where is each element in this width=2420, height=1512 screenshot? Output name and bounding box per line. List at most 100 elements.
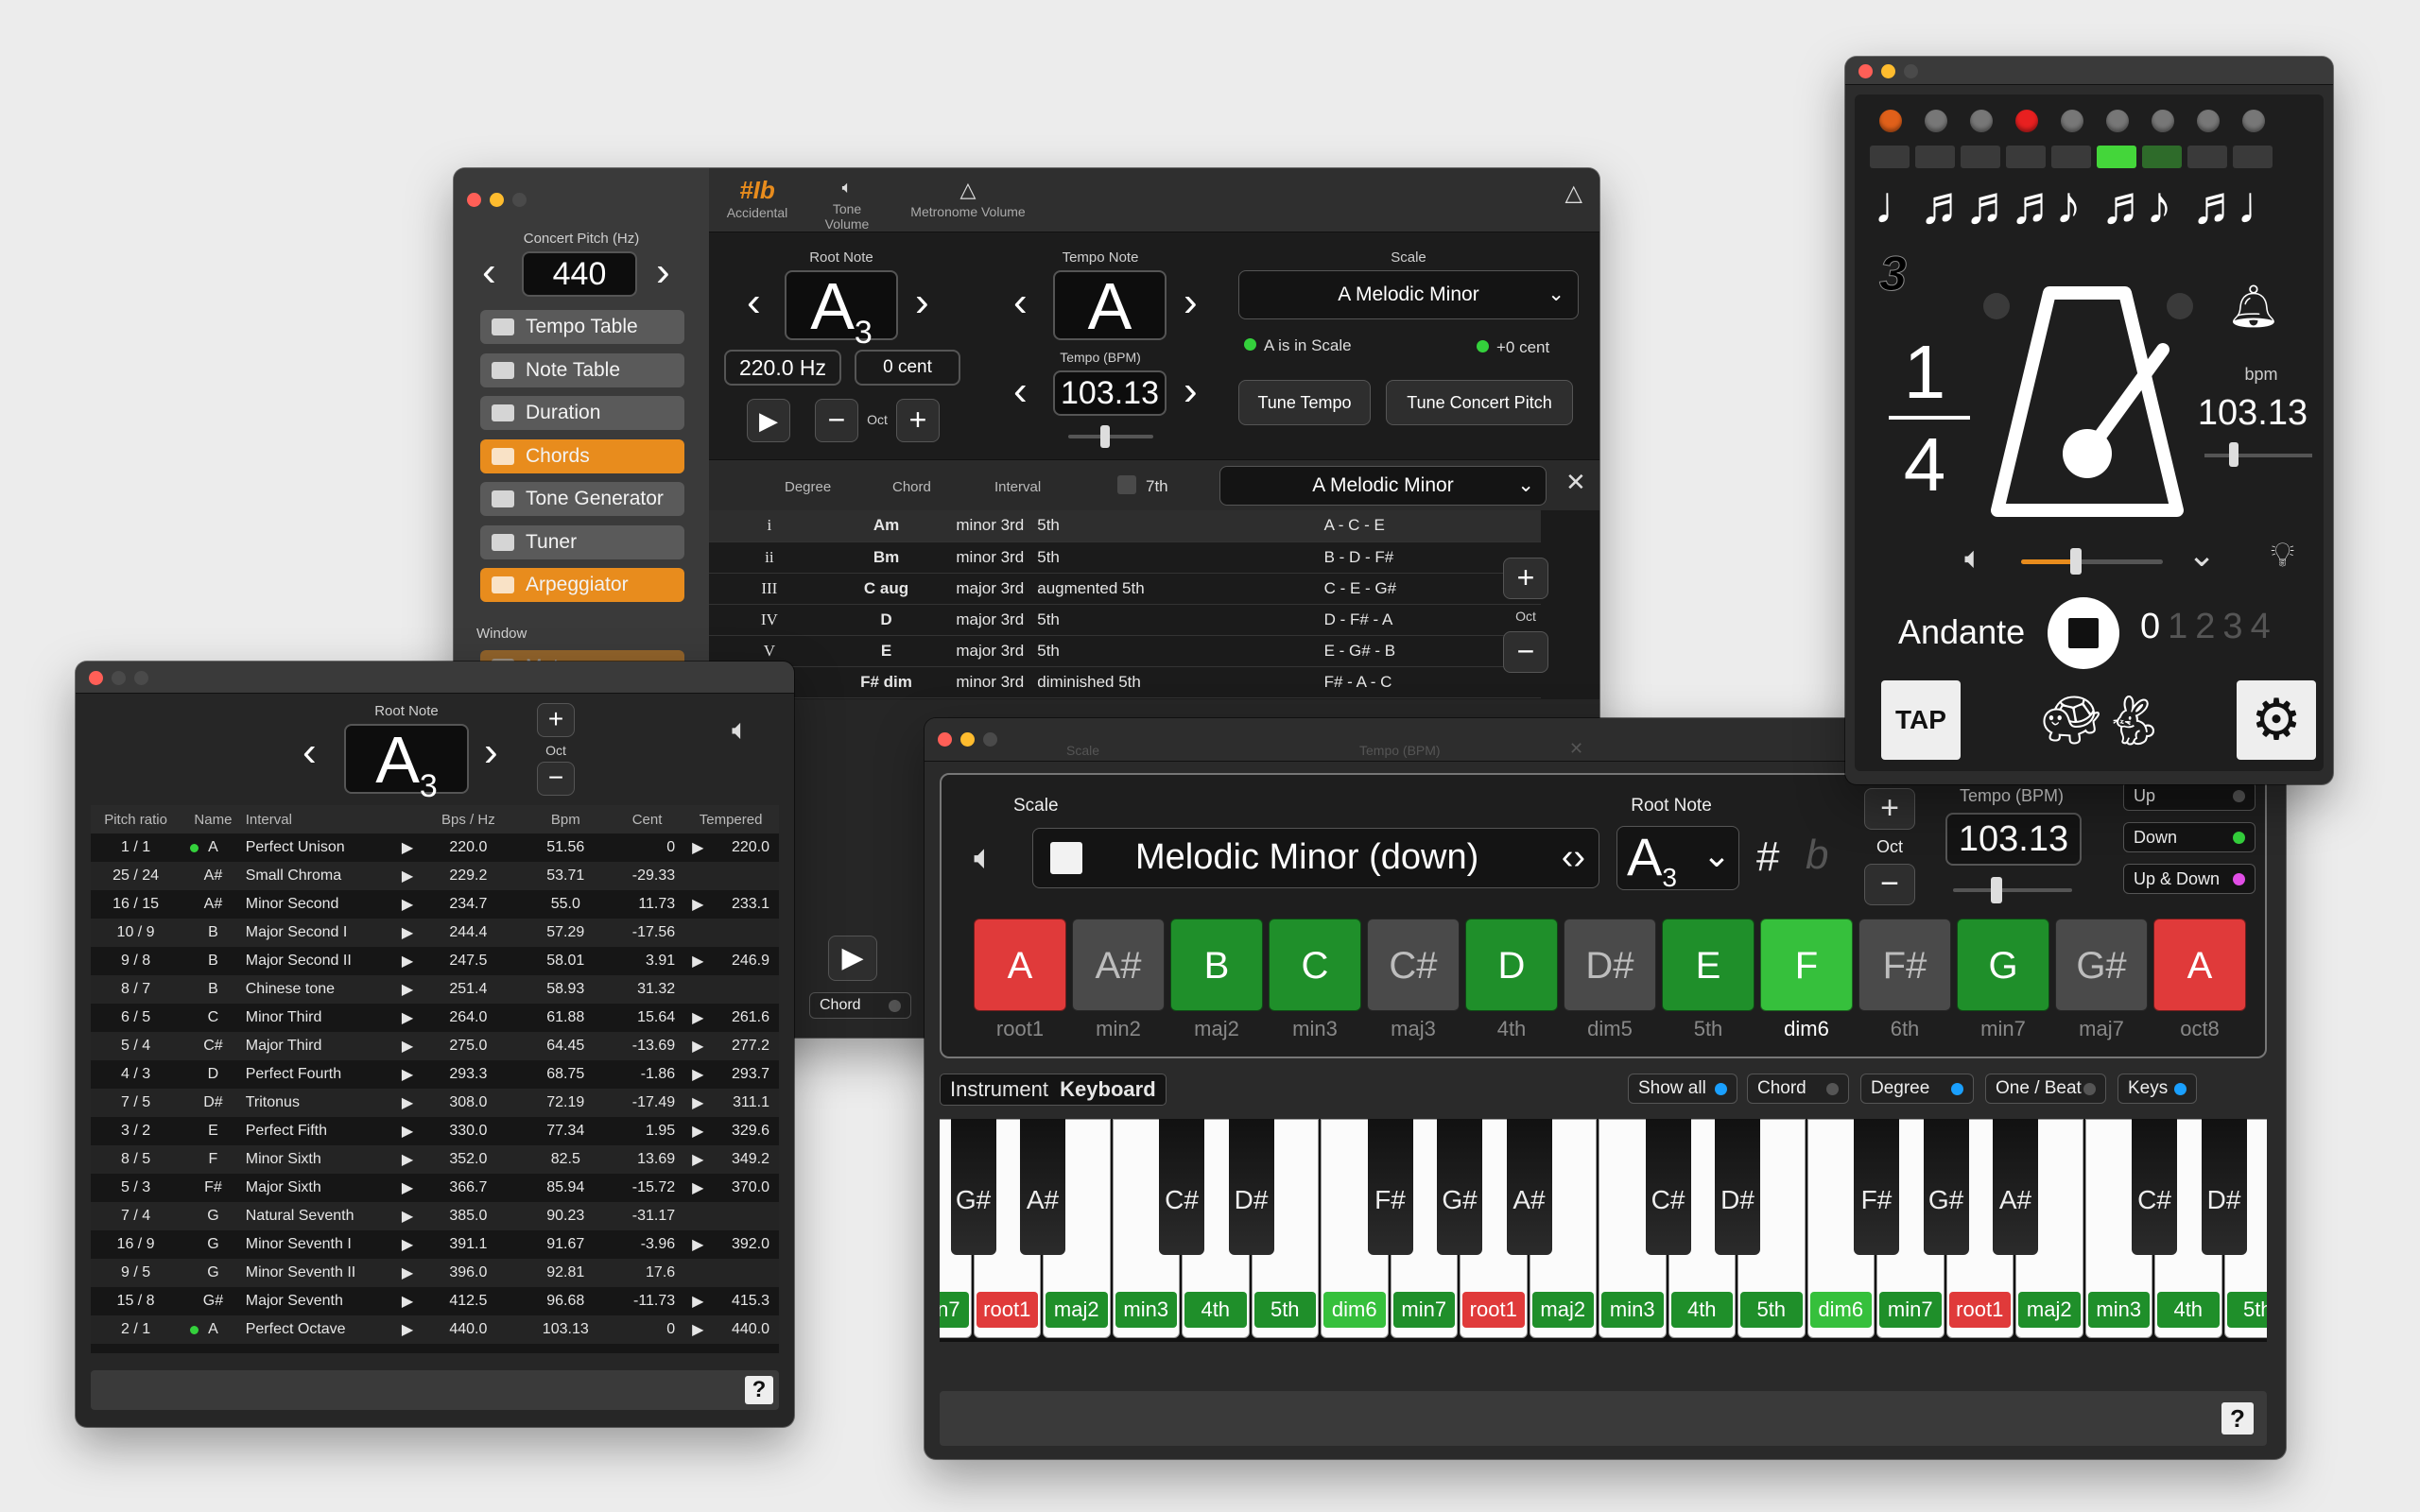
- beat-pad[interactable]: [2097, 146, 2136, 168]
- zoom-button[interactable]: [512, 193, 527, 207]
- play-icon[interactable]: ▶: [402, 980, 413, 999]
- direction-down[interactable]: Down: [2123, 822, 2256, 852]
- play-icon[interactable]: ▶: [402, 1263, 413, 1282]
- window-controls[interactable]: [89, 671, 148, 685]
- chord-row[interactable]: viF# dimminor 3rddiminished 5thF# - A - …: [709, 666, 1541, 698]
- chord-oct-plus-button[interactable]: +: [1503, 558, 1548, 599]
- beat-pad[interactable]: [1961, 146, 2000, 168]
- beat-pad[interactable]: [2187, 146, 2227, 168]
- toggle-keys[interactable]: Keys: [2118, 1074, 2197, 1104]
- direction-up[interactable]: Up: [2123, 781, 2256, 811]
- chord-scale-select[interactable]: A Melodic Minor ⌄: [1219, 466, 1547, 506]
- concert-next-icon[interactable]: ›: [656, 251, 670, 293]
- root-note-display[interactable]: A3: [785, 270, 898, 351]
- tortoise-hare-icon[interactable]: 🐢︎🐇︎: [2040, 692, 2165, 749]
- note-tile[interactable]: D: [1465, 919, 1558, 1011]
- play-icon[interactable]: ▶: [692, 838, 703, 857]
- play-icon[interactable]: ▶: [402, 895, 413, 914]
- pitch-row[interactable]: 6 / 5 C Minor Third ▶ 264.0 61.88 15.64 ▶ 261.6: [91, 1004, 779, 1032]
- note-tile[interactable]: F: [1760, 919, 1853, 1011]
- pitch-row[interactable]: 7 / 4 G Natural Seventh ▶ 385.0 90.23 -31.17: [91, 1202, 779, 1230]
- play-icon[interactable]: ▶: [402, 1235, 413, 1254]
- chord-row[interactable]: IV Dmajor 3rd 5th D - F# - A: [709, 604, 1541, 636]
- timesig-top[interactable]: 1: [1889, 329, 1961, 416]
- note-tile[interactable]: F#: [1858, 919, 1951, 1011]
- play-icon[interactable]: ▶: [692, 952, 703, 971]
- root-prev-icon[interactable]: ‹: [747, 282, 761, 323]
- play-icon[interactable]: ▶: [692, 1178, 703, 1197]
- tempo-note-next-icon[interactable]: ›: [1184, 282, 1198, 323]
- pitch-speaker-icon[interactable]: 🔈︎: [732, 714, 749, 747]
- play-icon[interactable]: ▶: [692, 1037, 703, 1056]
- minimize-button[interactable]: [112, 671, 126, 685]
- arp-tempo-slider[interactable]: [1953, 877, 2072, 903]
- play-icon[interactable]: ▶: [692, 1065, 703, 1084]
- play-icon[interactable]: ▶: [402, 1207, 413, 1226]
- bpm-slider-thumb[interactable]: [2229, 442, 2238, 467]
- play-icon[interactable]: ▶: [402, 952, 413, 971]
- sidebar-item-note-table[interactable]: Note Table: [480, 352, 684, 387]
- concert-prev-icon[interactable]: ‹: [482, 251, 496, 293]
- note-tile[interactable]: E: [1662, 919, 1754, 1011]
- volume-icon[interactable]: 🔈︎: [1964, 541, 1982, 576]
- play-icon[interactable]: ▶: [402, 1178, 413, 1197]
- note-value-icon[interactable]: ♪: [2146, 174, 2172, 235]
- accidental-button[interactable]: #Ib Accidental: [724, 176, 790, 220]
- note-tile[interactable]: A: [2153, 919, 2246, 1011]
- arp-tempo-display[interactable]: 103.13: [1945, 813, 2082, 866]
- stop-button[interactable]: [2048, 597, 2119, 669]
- lower-play-button[interactable]: ▶: [828, 936, 877, 981]
- arp-oct-plus-button[interactable]: +: [1864, 788, 1915, 830]
- black-key[interactable]: G#: [1923, 1119, 1969, 1255]
- beat-count[interactable]: 1: [2168, 607, 2187, 646]
- note-tile[interactable]: G: [1957, 919, 2049, 1011]
- beat-count[interactable]: 4: [2251, 607, 2271, 646]
- play-icon[interactable]: ▶: [402, 838, 413, 857]
- play-icon[interactable]: ▶: [402, 1320, 413, 1339]
- tempo-next-icon[interactable]: ›: [1184, 370, 1198, 412]
- arp-tempo-slider-thumb[interactable]: [1991, 877, 2002, 903]
- sharp-toggle[interactable]: #: [1756, 833, 1779, 881]
- note-tile[interactable]: A: [974, 919, 1066, 1011]
- direction-up-down[interactable]: Up & Down: [2123, 864, 2256, 894]
- arp-speaker-icon[interactable]: 🔈︎: [974, 837, 994, 878]
- black-key[interactable]: G#: [1437, 1119, 1482, 1255]
- sidebar-item-chords[interactable]: Chords: [480, 438, 684, 473]
- pitch-row[interactable]: 9 / 5 G Minor Seventh II ▶ 396.0 92.81 17.6: [91, 1259, 779, 1287]
- toggle-chord[interactable]: Chord: [1747, 1074, 1849, 1104]
- black-key[interactable]: D#: [1715, 1119, 1760, 1255]
- play-icon[interactable]: ▶: [692, 1320, 703, 1339]
- chord-row[interactable]: i Am minor 3rd 5th A - C - E: [709, 510, 1541, 542]
- pitch-row[interactable]: 16 / 9 G Minor Seventh I ▶ 391.1 91.67 -3.96 ▶ 3…: [91, 1230, 779, 1259]
- arp-scale-select[interactable]: Melodic Minor (down) ‹›: [1032, 828, 1599, 888]
- scale-select[interactable]: A Melodic Minor ⌄: [1238, 270, 1579, 319]
- pitch-row[interactable]: 2 / 1 A Perfect Octave ▶ 440.0 103.13 0 ▶ 440.0: [91, 1315, 779, 1344]
- black-key[interactable]: C#: [1159, 1119, 1204, 1255]
- seventh-checkbox[interactable]: [1117, 475, 1136, 494]
- note-tile[interactable]: C: [1269, 919, 1361, 1011]
- pitch-root-prev-icon[interactable]: ‹: [302, 731, 317, 773]
- volume-slider[interactable]: [2021, 548, 2163, 575]
- play-icon[interactable]: ▶: [402, 1065, 413, 1084]
- play-icon[interactable]: ▶: [402, 867, 413, 885]
- metronome-volume-button[interactable]: △ Metronome Volume: [902, 178, 1034, 219]
- sidebar-item-tuner[interactable]: Tuner: [480, 524, 684, 559]
- tap-button[interactable]: TAP: [1881, 680, 1961, 760]
- help-button[interactable]: ?: [2221, 1402, 2254, 1435]
- pitch-oct-plus-button[interactable]: +: [537, 703, 575, 737]
- tempo-note-display[interactable]: A: [1053, 270, 1167, 340]
- arp-root-select[interactable]: A3 ⌄: [1616, 826, 1739, 892]
- play-icon[interactable]: ▶: [692, 1292, 703, 1311]
- note-tile[interactable]: C#: [1367, 919, 1460, 1011]
- sidebar-item-tone-generator[interactable]: Tone Generator: [480, 482, 684, 516]
- black-key[interactable]: F#: [1367, 1119, 1413, 1255]
- pitch-row[interactable]: 4 / 3 D Perfect Fourth ▶ 293.3 68.75 -1.86 ▶ 293…: [91, 1060, 779, 1089]
- chord-row[interactable]: ii Bm minor 3rd 5th B - D - F#: [709, 541, 1541, 574]
- pitch-row[interactable]: 25 / 24 A# Small Chroma ▶ 229.2 53.71 -29.33: [91, 862, 779, 890]
- minimize-button[interactable]: [1881, 64, 1895, 78]
- play-icon[interactable]: ▶: [692, 895, 703, 914]
- window-controls[interactable]: [467, 193, 527, 207]
- play-icon[interactable]: ▶: [692, 1150, 703, 1169]
- pitch-row[interactable]: 7 / 5 D# Tritonus ▶ 308.0 72.19 -17.49 ▶ 311.1: [91, 1089, 779, 1117]
- lightbulb-icon[interactable]: 💡︎: [2271, 535, 2294, 576]
